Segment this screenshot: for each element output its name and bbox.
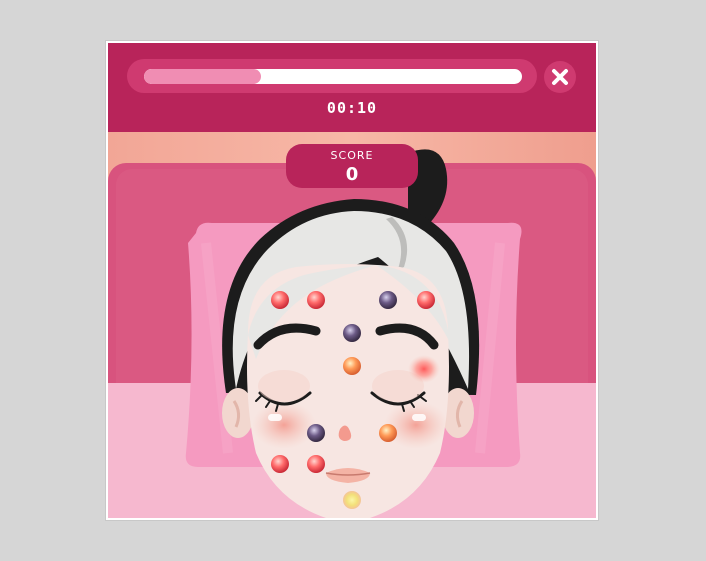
pimple-red[interactable] [307,455,325,473]
score-value: 0 [345,164,359,185]
progress-bar [127,59,537,93]
pimple-red[interactable] [271,291,289,309]
timer: 00:10 [326,99,378,117]
left-cheek-blush [252,401,316,449]
blackhead[interactable] [343,324,361,342]
skin-rash[interactable] [408,355,440,383]
pimple-yellow[interactable] [343,491,361,509]
pimple-red[interactable] [271,455,289,473]
blackhead[interactable] [307,424,325,442]
pimple-red[interactable] [417,291,435,309]
blackhead[interactable] [379,291,397,309]
score-label: SCORE [330,149,374,162]
pimple-red[interactable] [307,291,325,309]
pimple-whitehead[interactable] [379,424,397,442]
score-panel: SCORE 0 [286,144,418,188]
right-cheek-blush [384,401,448,449]
progress-fill [144,69,262,84]
close-button[interactable] [544,61,576,93]
progress-track [144,69,522,84]
top-bar: 00:10 [108,43,596,132]
game-area: 00:10 SCORE 0 [108,43,596,518]
pimple-whitehead[interactable] [343,357,361,375]
close-icon [552,69,568,85]
